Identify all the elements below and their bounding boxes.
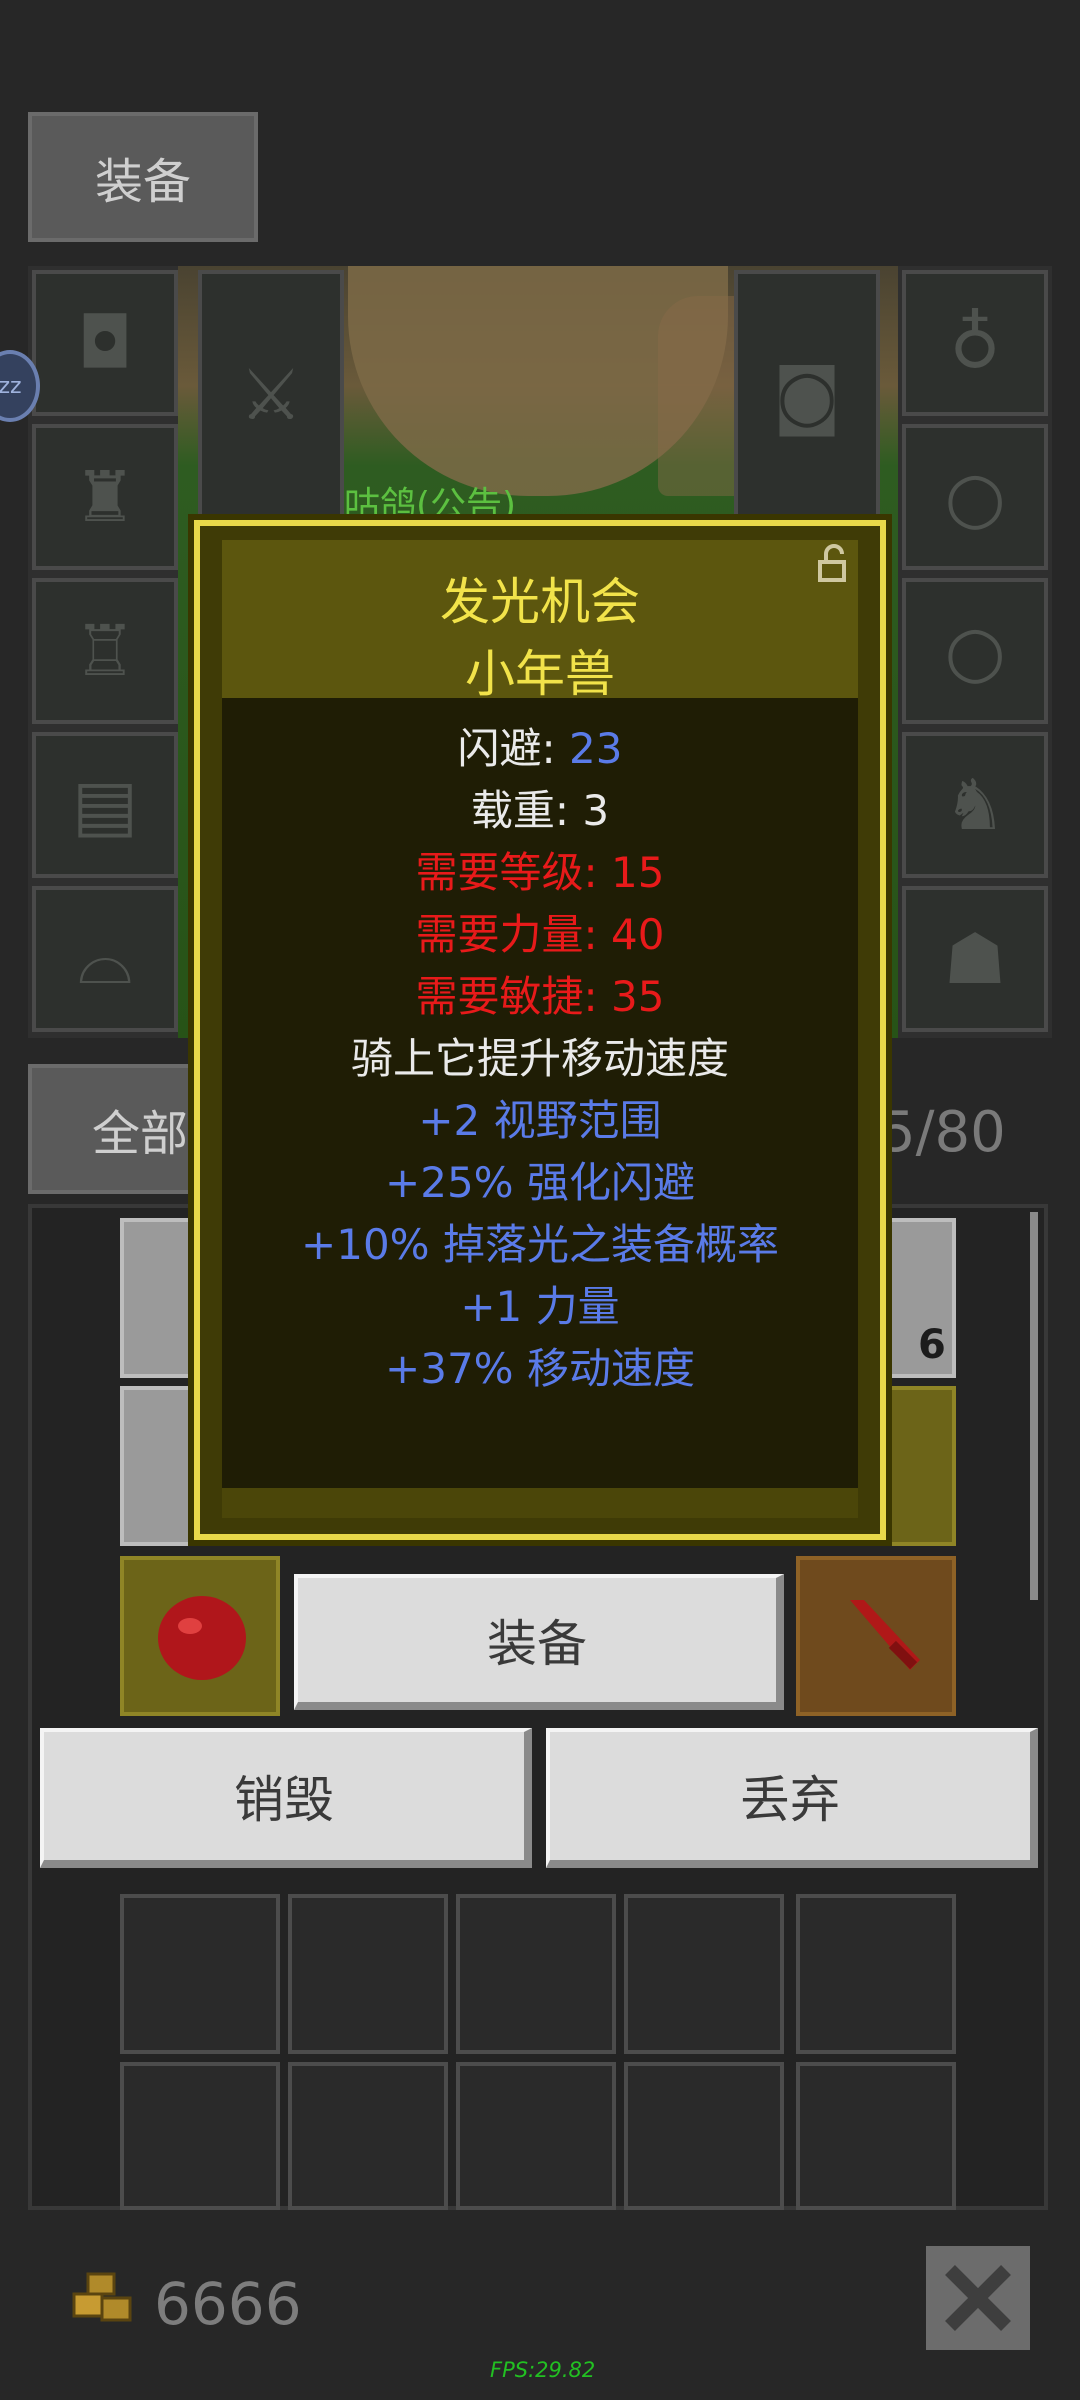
inventory-slot[interactable] bbox=[624, 2062, 784, 2210]
tooltip-header: 发光机会 小年兽 bbox=[222, 540, 858, 703]
sword-icon: ⚔ bbox=[239, 354, 303, 436]
offhand-slot[interactable]: ◙ bbox=[734, 270, 880, 520]
inventory-scrollbar[interactable] bbox=[1030, 1212, 1038, 1600]
mount-icon: ♞ bbox=[943, 764, 1007, 846]
inventory-slot[interactable] bbox=[796, 1556, 956, 1716]
bonus-drop-rate: +10% 掉落光之装备概率 bbox=[301, 1220, 779, 1269]
pet-slot[interactable]: ☗ bbox=[902, 886, 1048, 1032]
glove-icon: ♖ bbox=[73, 610, 137, 692]
gold-coins-icon bbox=[72, 2272, 132, 2322]
boots-slot[interactable]: ⌓ bbox=[32, 886, 178, 1032]
amulet-icon: ♁ bbox=[949, 302, 1001, 384]
inventory-slot[interactable] bbox=[288, 2062, 448, 2210]
lock-icon[interactable] bbox=[814, 544, 854, 584]
inventory-slot[interactable] bbox=[456, 2062, 616, 2210]
close-button[interactable] bbox=[926, 2246, 1030, 2350]
armor-icon: ♜ bbox=[73, 456, 137, 538]
inventory-slot[interactable] bbox=[456, 1894, 616, 2054]
armor-slot[interactable]: ♜ bbox=[32, 424, 178, 570]
bonus-vision: +2 视野范围 bbox=[418, 1096, 662, 1145]
req-strength: 需要力量: 40 bbox=[415, 910, 665, 959]
gold-amount: 6666 bbox=[154, 2270, 302, 2338]
bonus-strength: +1 力量 bbox=[460, 1282, 620, 1331]
belt-icon: ▤ bbox=[71, 764, 139, 846]
ring-icon: ○ bbox=[944, 610, 1006, 692]
req-agility: 需要敏捷: 35 bbox=[415, 972, 665, 1021]
inventory-slot[interactable] bbox=[796, 2062, 956, 2210]
helmet-icon: ◘ bbox=[77, 302, 133, 384]
equip-button[interactable]: 装备 bbox=[294, 1574, 784, 1710]
inventory-slot[interactable] bbox=[120, 2062, 280, 2210]
destroy-button[interactable]: 销毁 bbox=[40, 1728, 532, 1868]
inventory-slot[interactable] bbox=[120, 1894, 280, 2054]
stat-dodge: 闪避: 23 bbox=[457, 724, 623, 773]
inventory-slot[interactable] bbox=[796, 1894, 956, 2054]
stack-count: 6 bbox=[918, 1322, 946, 1368]
req-level: 需要等级: 15 bbox=[415, 848, 665, 897]
weapon-slot[interactable]: ⚔ bbox=[198, 270, 344, 520]
red-gem-icon bbox=[158, 1596, 246, 1680]
shield-icon: ◙ bbox=[773, 354, 841, 436]
inventory-capacity: 5/80 bbox=[880, 1100, 1006, 1165]
tooltip-body: 闪避: 23 载重: 3 需要等级: 15 需要力量: 40 需要敏捷: 35 … bbox=[222, 698, 858, 1488]
tooltip-footer bbox=[222, 1488, 858, 1518]
boots-icon: ⌓ bbox=[77, 918, 133, 1000]
discard-button[interactable]: 丢弃 bbox=[546, 1728, 1038, 1868]
item-description: 骑上它提升移动速度 bbox=[350, 1034, 729, 1083]
filter-all-button[interactable]: 全部 bbox=[28, 1064, 198, 1194]
bonus-move-speed: +37% 移动速度 bbox=[385, 1344, 695, 1393]
red-sword-icon bbox=[850, 1600, 920, 1670]
inventory-slot[interactable] bbox=[120, 1556, 280, 1716]
belt-slot[interactable]: ▤ bbox=[32, 732, 178, 878]
item-type: 小年兽 bbox=[465, 645, 615, 703]
ring-slot-1[interactable]: ○ bbox=[902, 424, 1048, 570]
item-tooltip: 发光机会 小年兽 闪避: 23 载重: 3 需要等级: 15 需要力量: 40 … bbox=[194, 520, 886, 1540]
inventory-slot[interactable] bbox=[624, 1894, 784, 2054]
glove-slot[interactable]: ♖ bbox=[32, 578, 178, 724]
mount-slot[interactable]: ♞ bbox=[902, 732, 1048, 878]
stat-weight: 载重: 3 bbox=[470, 786, 610, 835]
fps-counter: FPS:29.82 bbox=[490, 2358, 596, 2382]
close-icon bbox=[945, 2265, 1011, 2331]
ring-slot-2[interactable]: ○ bbox=[902, 578, 1048, 724]
inventory-slot[interactable] bbox=[288, 1894, 448, 2054]
amulet-slot[interactable]: ♁ bbox=[902, 270, 1048, 416]
ring-icon: ○ bbox=[944, 456, 1006, 538]
equipment-tab[interactable]: 装备 bbox=[28, 112, 258, 242]
pet-icon: ☗ bbox=[943, 918, 1007, 1000]
bonus-dodge: +25% 强化闪避 bbox=[385, 1158, 695, 1207]
item-name: 发光机会 bbox=[440, 573, 640, 631]
helmet-slot[interactable]: ◘ bbox=[32, 270, 178, 416]
